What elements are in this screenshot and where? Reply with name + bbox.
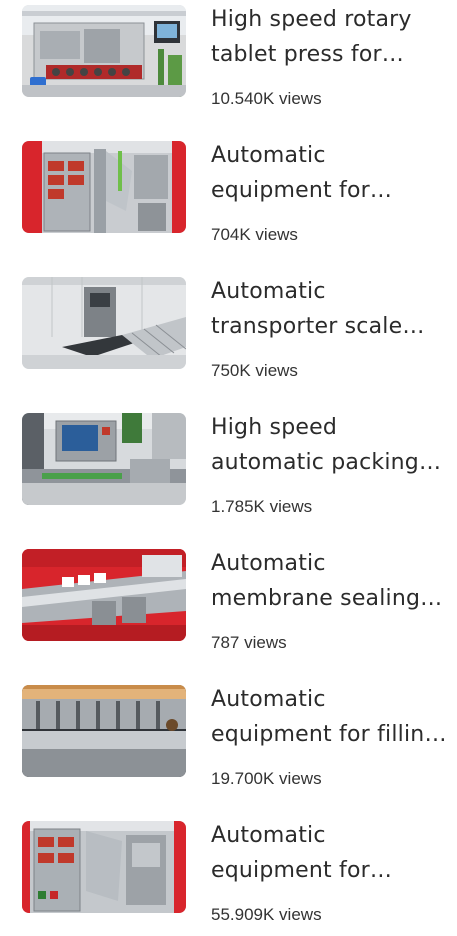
video-view-count: 19.700K views [211,769,322,788]
video-thumbnail[interactable] [22,5,186,97]
video-view-count: 750K views [211,361,298,380]
video-view-count: 787 views [211,633,287,652]
video-list-item[interactable]: High speed automatic packing line 1.785K… [0,408,457,528]
tablet-press-machine-thumbnail [22,5,186,97]
packaging-machine-thumbnail [22,141,186,233]
video-thumbnail[interactable] [22,413,186,505]
video-view-count: 55.909K views [211,905,322,924]
video-title[interactable]: Automatic equipment for filling sticks [211,682,447,752]
video-list-item[interactable]: Automatic equipment for packaging sachet… [0,816,457,936]
video-view-count: 1.785K views [211,497,313,516]
video-view-count: 704K views [211,225,298,244]
video-title[interactable]: Automatic membrane sealing machine [211,546,447,616]
video-thumbnail[interactable] [22,141,186,233]
transporter-scale-thumbnail [22,277,186,369]
video-list-item[interactable]: High speed rotary tablet press for pharm… [0,0,457,120]
sachet-packaging-thumbnail [22,821,186,913]
video-list-item[interactable]: Automatic equipment for packaging 704K v… [0,136,457,256]
membrane-machine-thumbnail [22,549,186,641]
video-list-item[interactable]: Automatic membrane sealing machine 787 v… [0,544,457,664]
video-thumbnail[interactable] [22,821,186,913]
stick-filling-thumbnail [22,685,186,777]
video-thumbnail[interactable] [22,277,186,369]
video-view-count: 10.540K views [211,89,322,108]
video-title[interactable]: High speed rotary tablet press for pharm… [211,2,447,72]
video-list-item[interactable]: Automatic equipment for filling sticks 1… [0,680,457,800]
video-thumbnail[interactable] [22,549,186,641]
video-list-item[interactable]: Automatic transporter scale with rollers… [0,272,457,392]
video-title[interactable]: Automatic equipment for packaging sachet… [211,818,447,888]
video-thumbnail[interactable] [22,685,186,777]
video-title[interactable]: Automatic equipment for packaging [211,138,447,208]
video-title[interactable]: High speed automatic packing line [211,410,447,480]
automatic-line-thumbnail [22,413,186,505]
video-title[interactable]: Automatic transporter scale with rollers [211,274,447,344]
